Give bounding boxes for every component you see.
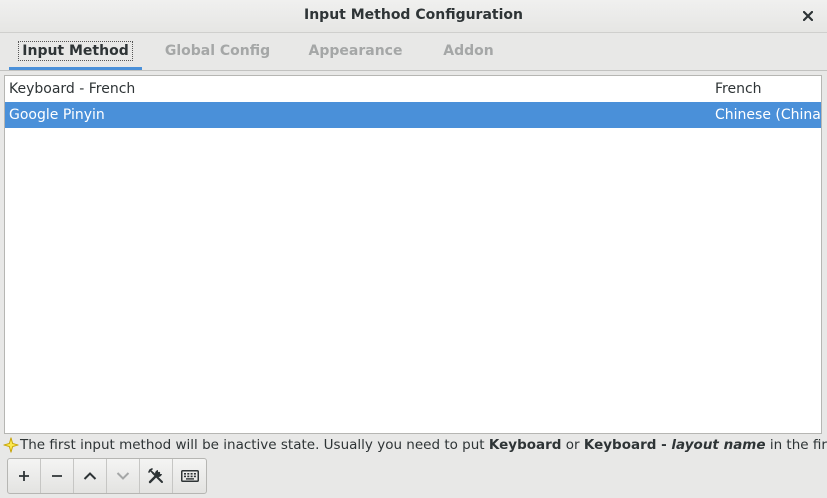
tab-label: Input Method	[18, 41, 133, 61]
hint-message: The first input method will be inactive …	[3, 436, 827, 454]
tab-label: Global Config	[164, 43, 271, 59]
move-up-button[interactable]	[74, 459, 107, 493]
list-item[interactable]: Keyboard - French French	[5, 76, 821, 102]
hint-layout-name: layout name	[671, 437, 766, 453]
configure-icon	[148, 468, 163, 484]
hint-text: The first input method will be inactive …	[20, 436, 827, 454]
hint-keyboard: Keyboard	[488, 437, 562, 453]
move-down-icon	[116, 472, 130, 480]
hint-suffix: in the first place.	[769, 437, 827, 453]
input-method-list[interactable]: Keyboard - French French Google Pinyin C…	[4, 75, 822, 434]
tab-label: Appearance	[308, 43, 403, 59]
remove-button[interactable]	[41, 459, 74, 493]
tab-input-method[interactable]: Input Method	[9, 33, 142, 70]
keyboard-layout-icon	[180, 470, 199, 482]
active-tab-indicator	[9, 67, 142, 70]
close-button[interactable]	[797, 5, 819, 27]
title-bar[interactable]: Input Method Configuration	[0, 0, 827, 33]
input-method-name: Keyboard - French	[9, 81, 136, 97]
tab-addon[interactable]: Addon	[437, 33, 500, 70]
configure-button[interactable]	[140, 459, 173, 493]
list-toolbar	[7, 458, 207, 494]
close-icon	[803, 11, 813, 21]
remove-icon	[52, 475, 62, 477]
input-method-language: French	[715, 81, 762, 97]
tab-global-config[interactable]: Global Config	[160, 33, 275, 70]
window-title: Input Method Configuration	[304, 7, 523, 23]
hint-keyboard-dash: Keyboard -	[583, 437, 672, 453]
tab-label: Addon	[443, 43, 494, 59]
move-up-icon	[83, 472, 97, 480]
tab-appearance[interactable]: Appearance	[303, 33, 408, 70]
fcitx-config-window: Input Method Configuration Input Method …	[0, 0, 827, 498]
input-method-name: Google Pinyin	[9, 107, 105, 123]
hint-or: or	[561, 437, 584, 453]
add-icon	[19, 471, 29, 481]
add-button[interactable]	[8, 459, 41, 493]
move-down-button[interactable]	[107, 459, 140, 493]
list-item[interactable]: Google Pinyin Chinese (China)	[5, 102, 821, 128]
input-method-language: Chinese (China)	[715, 107, 822, 123]
tab-bar: Input Method Global Config Appearance Ad…	[0, 33, 827, 71]
hint-prefix: The first input method will be inactive …	[20, 437, 489, 453]
hint-star-icon	[3, 437, 19, 453]
keyboard-layout-button[interactable]	[173, 459, 206, 493]
